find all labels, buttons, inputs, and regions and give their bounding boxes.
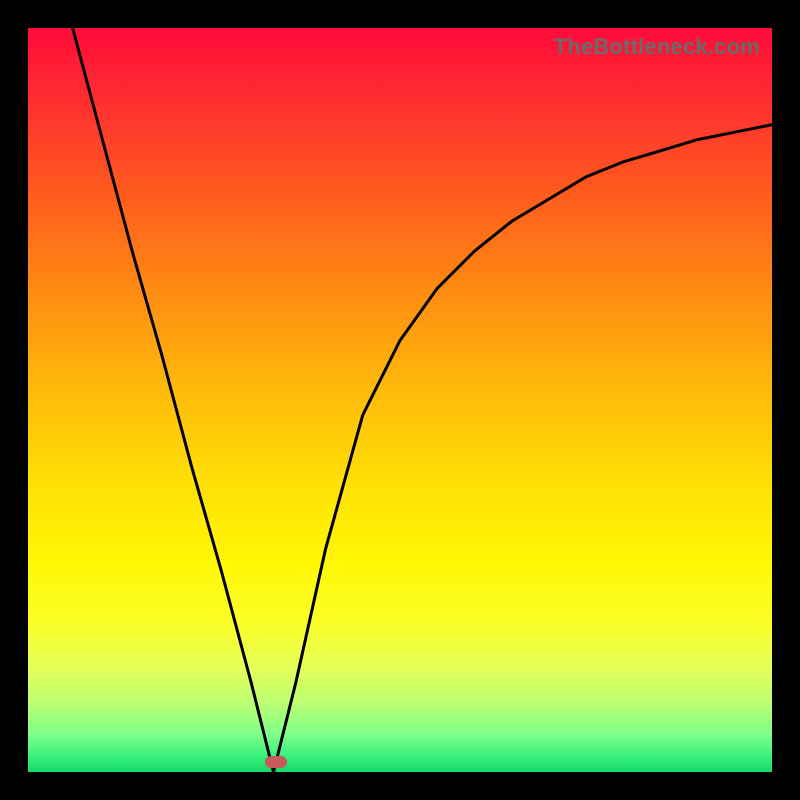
plot-area: TheBottleneck.com <box>28 28 772 772</box>
curve-svg <box>28 28 772 772</box>
min-marker <box>265 756 287 768</box>
chart-frame: TheBottleneck.com <box>0 0 800 800</box>
bottleneck-curve <box>73 28 772 772</box>
